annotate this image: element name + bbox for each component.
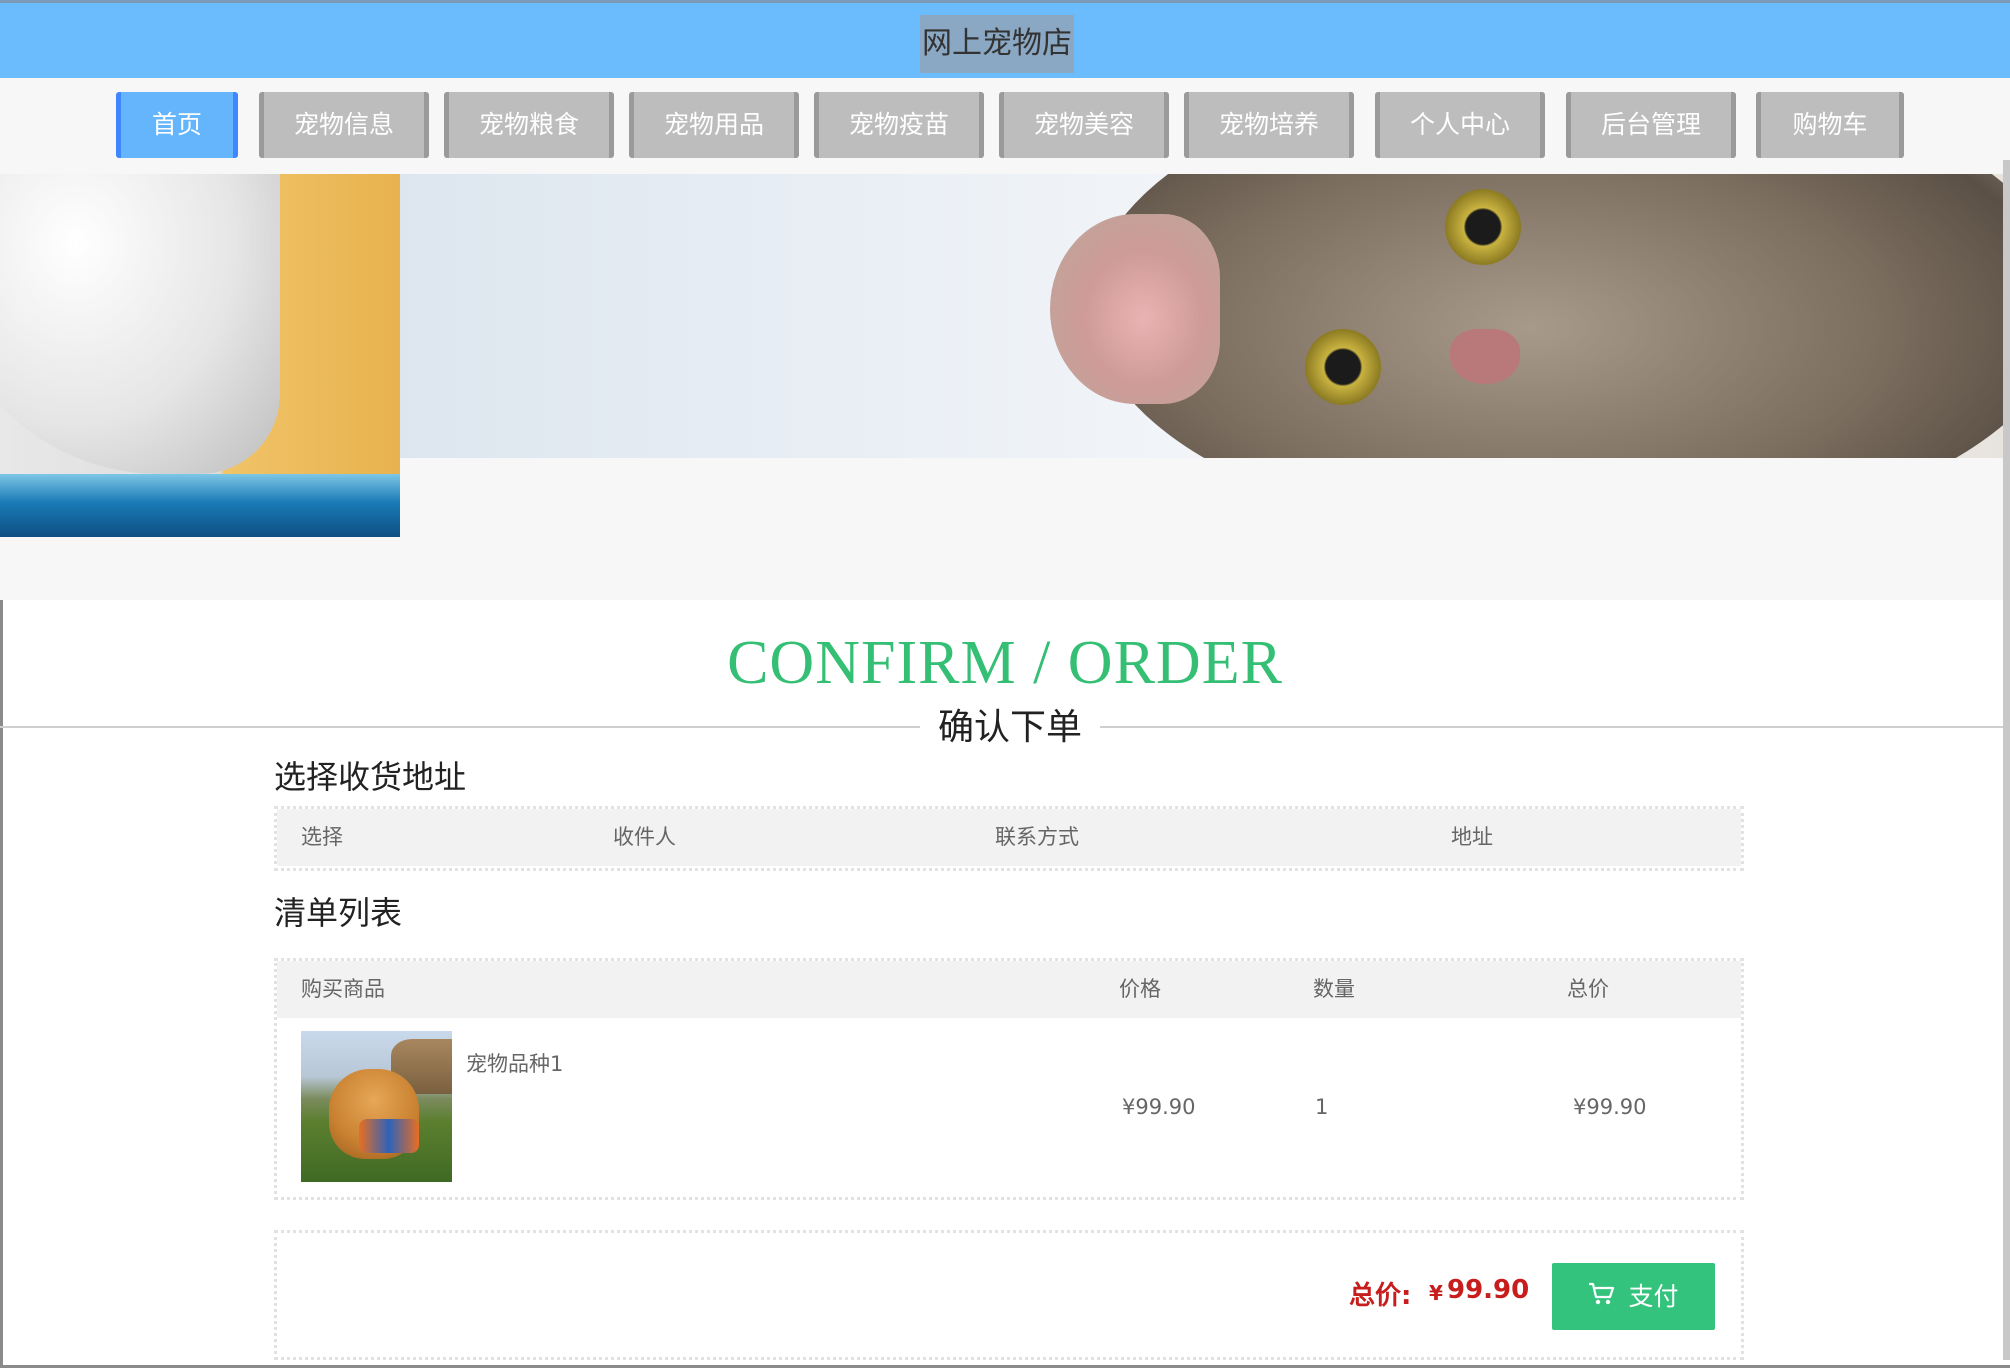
address-table: 选择 收件人 联系方式 地址 — [274, 806, 1744, 871]
order-list-title: 清单列表 — [274, 894, 403, 932]
order-summary: 总价: ¥ 99.90 支付 — [274, 1230, 1744, 1360]
banner — [0, 174, 2010, 600]
order-table-header: 购买商品 价格 数量 总价 — [277, 961, 1741, 1018]
product-subtotal: ¥99.90 — [1573, 1095, 1647, 1119]
nav-item-pet-training[interactable]: 宠物培养 — [1184, 92, 1354, 158]
nav-item-pet-info[interactable]: 宠物信息 — [259, 92, 429, 158]
nav-item-pet-vaccine[interactable]: 宠物疫苗 — [814, 92, 984, 158]
page-scrollbar[interactable] — [2003, 160, 2010, 1360]
product-price: ¥99.90 — [1122, 1095, 1196, 1119]
column-header-total: 总价 — [1567, 977, 1609, 1001]
pay-button-label: 支付 — [1628, 1282, 1679, 1311]
nav-item-pet-food[interactable]: 宠物粮食 — [444, 92, 614, 158]
product-quantity: 1 — [1315, 1095, 1329, 1119]
total-label: 总价: — [1349, 1281, 1412, 1311]
address-section-title: 选择收货地址 — [274, 758, 467, 796]
column-header-quantity: 数量 — [1313, 977, 1355, 1001]
page-title-english: CONFIRM / ORDER — [727, 629, 1283, 697]
nav-item-user-center[interactable]: 个人中心 — [1375, 92, 1545, 158]
address-table-header: 选择 收件人 联系方式 地址 — [277, 809, 1741, 866]
top-title-bar: 网上宠物店 — [0, 0, 2010, 78]
banner-cat-image — [400, 174, 2010, 458]
order-table: 购买商品 价格 数量 总价 宠物品种1 ¥99.90 1 ¥99.90 — [274, 958, 1744, 1200]
column-header-select: 选择 — [301, 825, 343, 849]
page-title: 确认下单 — [920, 700, 1100, 756]
site-title: 网上宠物店 — [920, 15, 1074, 73]
product-image[interactable] — [301, 1031, 452, 1182]
column-header-address: 地址 — [1451, 825, 1493, 849]
total-currency: ¥ — [1429, 1281, 1443, 1305]
nav-item-home[interactable]: 首页 — [116, 92, 238, 158]
total-value: 99.90 — [1447, 1275, 1530, 1305]
nav-item-pet-supplies[interactable]: 宠物用品 — [629, 92, 799, 158]
main-nav: 首页 宠物信息 宠物粮食 宠物用品 宠物疫苗 宠物美容 宠物培养 个人中心 后台… — [0, 78, 2010, 174]
column-header-product: 购买商品 — [301, 977, 385, 1001]
column-header-recipient: 收件人 — [613, 825, 676, 849]
table-row: 宠物品种1 ¥99.90 1 ¥99.90 — [277, 1018, 1741, 1196]
nav-item-cart[interactable]: 购物车 — [1756, 92, 1904, 158]
pay-button[interactable]: 支付 — [1552, 1263, 1715, 1330]
banner-bath-image — [0, 174, 400, 537]
nav-item-admin[interactable]: 后台管理 — [1566, 92, 1736, 158]
column-header-price: 价格 — [1119, 977, 1161, 1001]
product-name[interactable]: 宠物品种1 — [466, 1048, 563, 1078]
cart-icon — [1588, 1265, 1616, 1332]
column-header-contact: 联系方式 — [995, 825, 1079, 849]
nav-item-pet-grooming[interactable]: 宠物美容 — [999, 92, 1169, 158]
